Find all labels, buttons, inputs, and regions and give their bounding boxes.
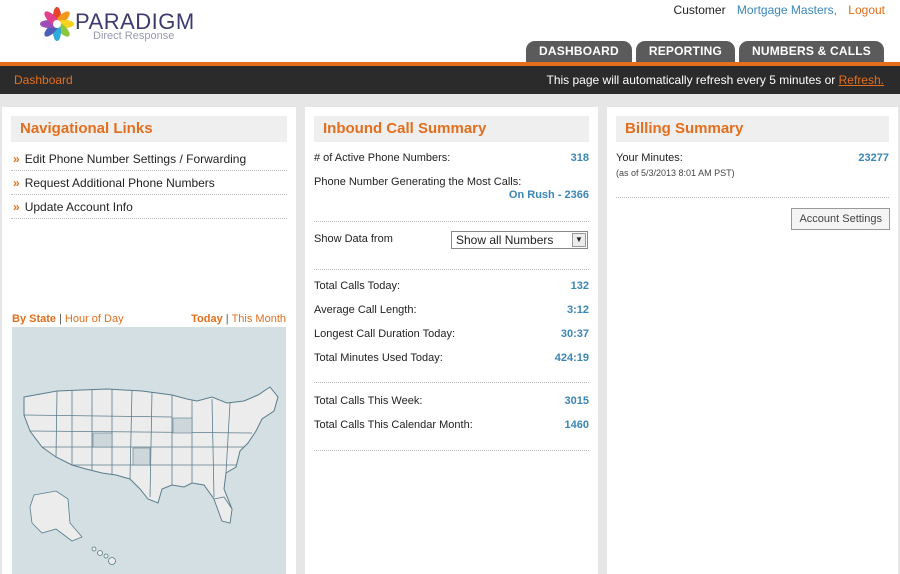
active-numbers-label: # of Active Phone Numbers:	[314, 152, 451, 164]
divider	[314, 269, 589, 270]
most-calls-value: On Rush - 2366	[508, 189, 589, 201]
divider	[616, 197, 889, 198]
tab-reporting[interactable]: REPORTING	[635, 41, 735, 62]
panel-title: Navigational Links	[11, 116, 287, 142]
customer-label: Customer	[673, 3, 726, 17]
logo[interactable]: PARADIGM Direct Response	[40, 7, 200, 43]
panel-title: Inbound Call Summary	[314, 116, 589, 142]
us-state-map[interactable]	[12, 327, 286, 574]
logout-link[interactable]: Logout	[848, 3, 885, 17]
edit-phone-settings-link[interactable]: » Edit Phone Number Settings / Forwarding	[11, 147, 287, 171]
nav-link-list: » Edit Phone Number Settings / Forwarding…	[11, 147, 287, 219]
double-chevron-icon: »	[13, 200, 20, 214]
total-value: 1460	[564, 419, 589, 431]
tab-this-month[interactable]: This Month	[232, 313, 286, 325]
tab-today[interactable]: Today	[191, 313, 223, 325]
active-numbers-value: 318	[570, 152, 589, 164]
account-settings-button[interactable]: Account Settings	[791, 208, 890, 230]
divider	[314, 382, 589, 383]
link-label: Request Additional Phone Numbers	[24, 176, 215, 190]
select-value: Show all Numbers	[456, 233, 554, 247]
company-link[interactable]: Mortgage Masters,	[737, 3, 837, 17]
stat-label: Total Calls Today:	[314, 280, 401, 292]
tab-hour-of-day[interactable]: Hour of Day	[65, 313, 124, 325]
link-label: Update Account Info	[24, 200, 133, 214]
refresh-link[interactable]: Refresh.	[839, 73, 884, 87]
separator: |	[225, 313, 229, 325]
divider	[314, 221, 589, 222]
minutes-label: Your Minutes:	[616, 152, 683, 164]
refresh-notice: This page will automatically refresh eve…	[547, 73, 885, 87]
total-label: Total Calls This Calendar Month:	[314, 419, 473, 431]
flower-logo-icon	[40, 7, 74, 41]
refresh-text: This page will automatically refresh eve…	[546, 73, 836, 87]
total-value: 3015	[564, 395, 589, 407]
double-chevron-icon: »	[13, 176, 20, 190]
double-chevron-icon: »	[13, 152, 20, 166]
billing-summary-panel: Billing Summary Your Minutes: 23277 (as …	[607, 107, 898, 574]
stat-value: 30:37	[560, 328, 589, 340]
user-links: Customer Mortgage Masters, Logout	[666, 3, 885, 17]
tab-by-state[interactable]: By State	[12, 313, 56, 325]
minutes-as-of: (as of 5/3/2013 8:01 AM PST)	[616, 168, 735, 178]
show-data-label: Show Data from	[314, 233, 393, 245]
brand-subtitle: Direct Response	[93, 30, 175, 42]
most-calls-label: Phone Number Generating the Most Calls:	[314, 176, 522, 188]
request-numbers-link[interactable]: » Request Additional Phone Numbers	[11, 171, 287, 195]
divider	[314, 450, 589, 451]
stat-value: 424:19	[554, 352, 589, 364]
header: PARADIGM Direct Response Customer Mortga…	[0, 0, 900, 64]
minutes-value: 23277	[858, 152, 889, 164]
stat-label: Average Call Length:	[314, 304, 417, 316]
number-filter-select[interactable]: Show all Numbers ▼	[451, 231, 588, 249]
us-map-icon	[23, 386, 279, 565]
nav-bar: Dashboard This page will automatically r…	[0, 66, 900, 94]
tab-dashboard[interactable]: DASHBOARD	[526, 41, 632, 62]
stat-label: Longest Call Duration Today:	[314, 328, 456, 340]
inbound-call-summary-panel: Inbound Call Summary # of Active Phone N…	[305, 107, 598, 574]
link-label: Edit Phone Number Settings / Forwarding	[24, 152, 247, 166]
tab-numbers-calls[interactable]: NUMBERS & CALLS	[739, 41, 884, 62]
stat-value: 3:12	[566, 304, 589, 316]
navigational-links-panel: Navigational Links » Edit Phone Number Se…	[2, 107, 296, 574]
total-label: Total Calls This Week:	[314, 395, 423, 407]
dropdown-arrow-icon[interactable]: ▼	[572, 233, 586, 247]
breadcrumb[interactable]: Dashboard	[14, 73, 73, 87]
stat-label: Total Minutes Used Today:	[314, 352, 443, 364]
panel-title: Billing Summary	[616, 116, 889, 142]
main-tabs: DASHBOARD REPORTING NUMBERS & CALLS	[522, 41, 884, 62]
stat-value: 132	[570, 280, 589, 292]
update-account-link[interactable]: » Update Account Info	[11, 195, 287, 219]
separator: |	[59, 313, 62, 325]
